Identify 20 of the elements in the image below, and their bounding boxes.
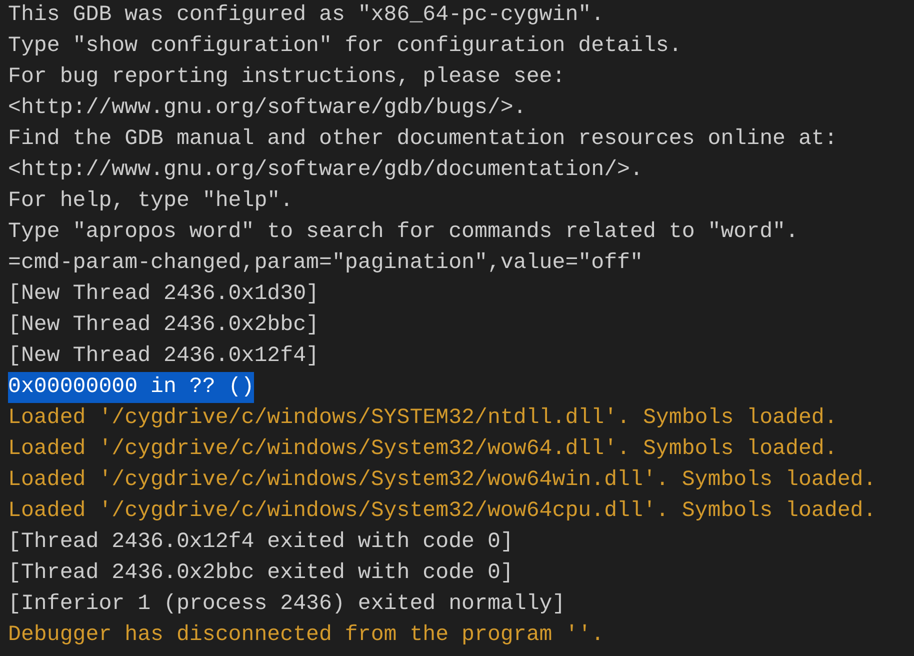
console-line: <http://www.gnu.org/software/gdb/bugs/>. (8, 96, 526, 120)
console-line: <http://www.gnu.org/software/gdb/documentation/>. (8, 158, 643, 182)
console-line: [Inferior 1 (process 2436) exited normally] (8, 592, 566, 616)
debugger-message: Loaded '/cygdrive/c/windows/System32/wow64win.dll'. Symbols loaded. (8, 468, 876, 492)
debugger-message: Loaded '/cygdrive/c/windows/SYSTEM32/ntdll.dll'. Symbols loaded. (8, 406, 838, 430)
debugger-message: Loaded '/cygdrive/c/windows/System32/wow64.dll'. Symbols loaded. (8, 437, 838, 461)
console-line: Type "show configuration" for configuration details. (8, 34, 682, 58)
console-line: Find the GDB manual and other documentation resources online at: (8, 127, 838, 151)
console-line: [Thread 2436.0x12f4 exited with code 0] (8, 530, 514, 554)
console-line: [New Thread 2436.0x2bbc] (8, 313, 320, 337)
console-line: [New Thread 2436.0x1d30] (8, 282, 320, 306)
console-line: For bug reporting instructions, please see: (8, 65, 566, 89)
console-line: =cmd-param-changed,param="pagination",value="off" (8, 251, 643, 275)
debugger-message: Loaded '/cygdrive/c/windows/System32/wow64cpu.dll'. Symbols loaded. (8, 499, 876, 523)
console-line: Type "apropos word" to search for commands related to "word". (8, 220, 798, 244)
console-line: [Thread 2436.0x2bbc exited with code 0] (8, 561, 514, 585)
console-line: This GDB was configured as "x86_64-pc-cygwin". (8, 3, 604, 27)
debugger-message: Debugger has disconnected from the program ''. (8, 623, 604, 647)
console-line: For help, type "help". (8, 189, 294, 213)
console-line: [New Thread 2436.0x12f4] (8, 344, 320, 368)
